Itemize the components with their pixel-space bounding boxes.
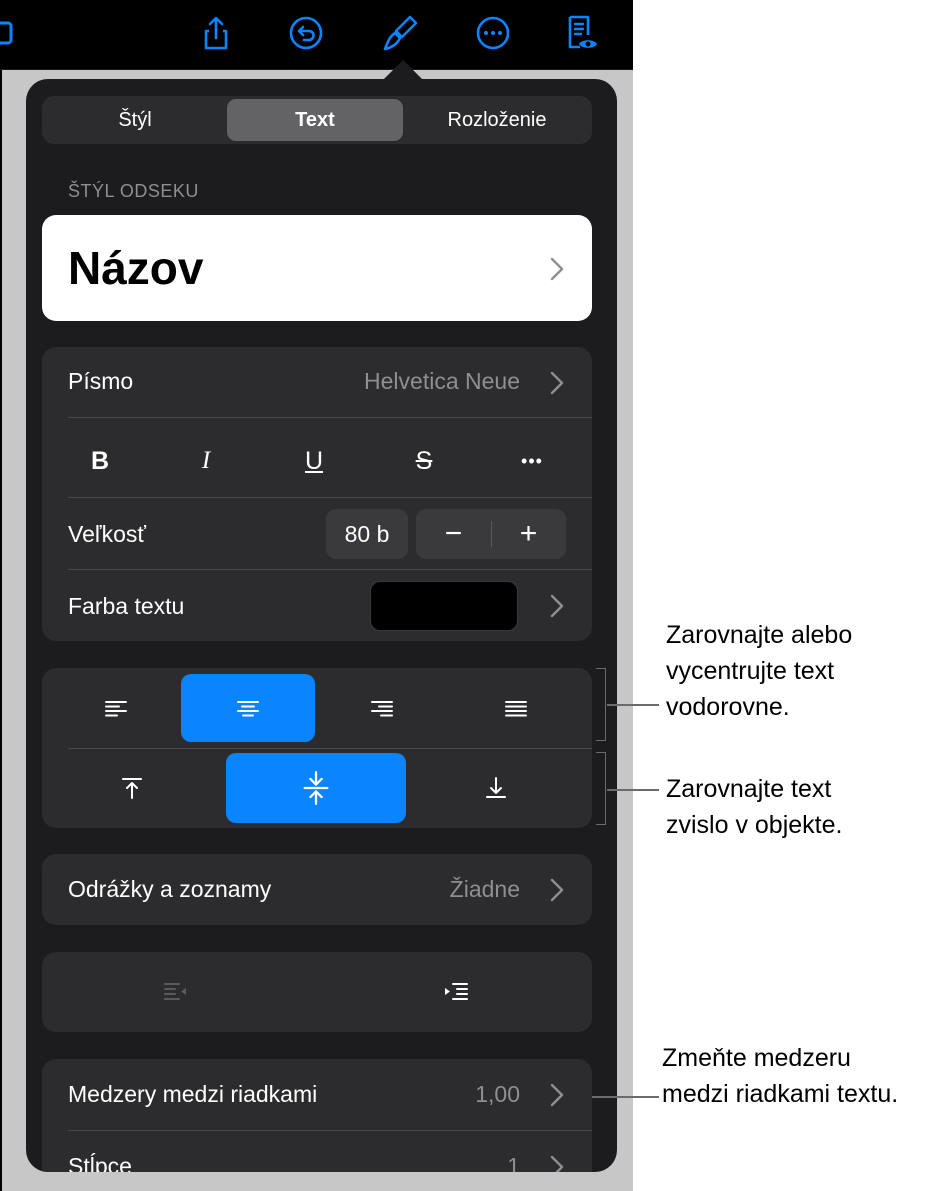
- bullets-value: Žiadne: [449, 876, 520, 902]
- chevron-right-icon: [550, 257, 564, 281]
- more-text-options-button[interactable]: •••: [512, 443, 552, 479]
- more-icon[interactable]: [468, 10, 518, 56]
- divider: [68, 748, 592, 749]
- bullets-label: Odrážky a zoznamy: [68, 876, 272, 902]
- align-left-button[interactable]: [72, 674, 160, 742]
- size-label: Veľkosť: [68, 521, 146, 547]
- increase-size-button[interactable]: +: [491, 509, 566, 559]
- align-top-button[interactable]: [88, 753, 176, 823]
- callout-horizontal-alignment: Zarovnajte alebo vycentrujte text vodoro…: [666, 621, 853, 721]
- text-color-swatch[interactable]: [370, 581, 518, 631]
- reading-view-icon[interactable]: [555, 10, 605, 56]
- indent-group: [42, 952, 592, 1032]
- align-bottom-icon: [486, 777, 506, 798]
- bullets-row[interactable]: Odrážky a zoznamy Žiadne: [42, 854, 592, 925]
- callout-bracket: [596, 752, 606, 825]
- tab-control: Štýl Text Rozloženie: [42, 96, 592, 144]
- callout-leader: [592, 1096, 659, 1098]
- align-middle-button[interactable]: [226, 753, 406, 823]
- justify-button[interactable]: [472, 674, 560, 742]
- decrease-size-button[interactable]: −: [416, 509, 491, 559]
- align-top-icon: [122, 778, 142, 799]
- media-icon[interactable]: [0, 10, 24, 56]
- callout-line-spacing: Zmeňte medzeru medzi riadkami textu.: [662, 1044, 899, 1108]
- paragraph-style-name: Názov: [68, 242, 204, 294]
- popover-arrow: [383, 60, 423, 80]
- increase-indent-button[interactable]: [412, 962, 500, 1022]
- chevron-right-icon[interactable]: [550, 1083, 564, 1107]
- columns-label: Stĺpce: [68, 1153, 132, 1172]
- italic-button[interactable]: I: [186, 443, 226, 479]
- chevron-right-icon[interactable]: [550, 1155, 564, 1172]
- callout-vertical-alignment: Zarovnajte text zvislo v objekte.: [666, 775, 843, 839]
- toolbar: [0, 0, 633, 70]
- strikethrough-button[interactable]: S: [404, 443, 444, 479]
- divider: [68, 497, 592, 498]
- line-spacing-label: Medzery medzi riadkami: [68, 1081, 318, 1107]
- bold-button[interactable]: B: [80, 443, 120, 479]
- align-bottom-button[interactable]: [452, 753, 540, 823]
- line-spacing-value[interactable]: 1,00: [475, 1081, 520, 1108]
- outdent-icon: [164, 983, 186, 1000]
- chevron-right-icon: [550, 878, 564, 902]
- align-left-icon: [105, 701, 127, 717]
- tab-text[interactable]: Text: [227, 99, 403, 141]
- text-color-label: Farba textu: [68, 593, 185, 619]
- tab-style[interactable]: Štýl: [45, 99, 225, 141]
- font-label: Písmo: [68, 368, 134, 394]
- format-brush-icon[interactable]: [375, 10, 425, 56]
- align-center-button[interactable]: [181, 674, 315, 742]
- share-icon[interactable]: [191, 10, 241, 56]
- divider: [68, 417, 592, 418]
- decrease-indent-button[interactable]: [132, 962, 220, 1022]
- divider: [68, 1130, 592, 1131]
- font-value[interactable]: Helvetica Neue: [364, 368, 520, 395]
- chevron-right-icon[interactable]: [550, 594, 564, 618]
- align-right-button[interactable]: [338, 674, 426, 742]
- align-center-icon: [237, 701, 259, 717]
- callout-bracket: [596, 668, 606, 741]
- alignment-group: [42, 668, 592, 828]
- columns-value[interactable]: 1: [507, 1153, 520, 1172]
- indent-icon: [445, 983, 468, 1000]
- canvas-edge: [0, 70, 2, 1191]
- align-middle-icon: [303, 771, 329, 805]
- font-size-field[interactable]: 80 b: [326, 509, 408, 559]
- font-size-stepper: − +: [416, 509, 566, 559]
- callout-leader: [607, 789, 659, 791]
- chevron-right-icon[interactable]: [550, 371, 564, 395]
- paragraph-style-button[interactable]: Názov: [42, 215, 592, 321]
- font-group: Písmo Helvetica Neue B I U S ••• Veľkosť…: [42, 347, 592, 641]
- spacing-group: Medzery medzi riadkami 1,00 Stĺpce 1: [42, 1059, 592, 1172]
- format-popover: Štýl Text Rozloženie ŠTÝL ODSEKU Názov P…: [26, 79, 617, 1172]
- section-label: ŠTÝL ODSEKU: [68, 181, 199, 201]
- underline-button[interactable]: U: [294, 443, 334, 479]
- divider: [68, 569, 592, 570]
- callout-leader: [607, 704, 659, 706]
- tab-layout[interactable]: Rozloženie: [405, 99, 589, 141]
- justify-icon: [505, 701, 527, 717]
- align-right-icon: [371, 701, 393, 717]
- undo-icon[interactable]: [281, 10, 331, 56]
